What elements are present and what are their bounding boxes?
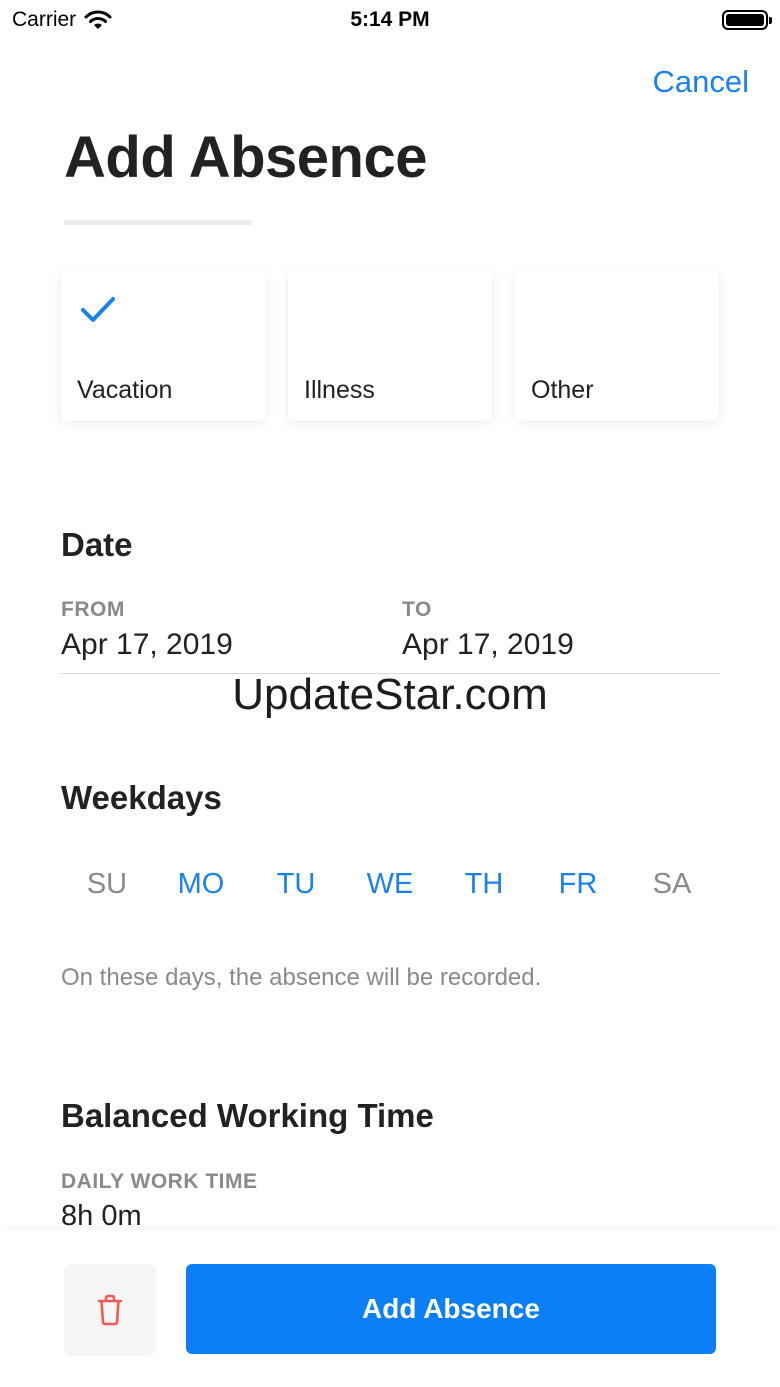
title-underline (64, 220, 252, 225)
daily-work-time-field[interactable]: 8h 0m (61, 1200, 142, 1233)
weekday-monday[interactable]: MO (166, 868, 236, 901)
absence-type-label: Other (531, 376, 594, 404)
weekdays-section-title: Weekdays (61, 779, 222, 816)
checkmark-icon (81, 297, 115, 322)
delete-button[interactable] (64, 1264, 156, 1356)
absence-type-vacation[interactable]: Vacation (61, 271, 265, 421)
daily-work-time-label: DAILY WORK TIME (61, 1170, 258, 1193)
weekday-thursday[interactable]: TH (449, 868, 519, 901)
absence-type-label: Vacation (77, 376, 173, 404)
status-time: 5:14 PM (350, 8, 430, 31)
absence-type-illness[interactable]: Illness (288, 271, 492, 421)
page-title: Add Absence (64, 125, 427, 190)
weekday-tuesday[interactable]: TU (261, 868, 331, 901)
weekday-sunday[interactable]: SU (72, 868, 142, 901)
to-date-field[interactable]: Apr 17, 2019 (402, 628, 574, 662)
absence-type-other[interactable]: Other (515, 271, 719, 421)
add-absence-button[interactable]: Add Absence (186, 1264, 716, 1354)
from-date-field[interactable]: Apr 17, 2019 (61, 628, 233, 662)
cancel-button[interactable]: Cancel (653, 64, 750, 100)
weekday-friday[interactable]: FR (543, 868, 613, 901)
trash-icon (97, 1294, 123, 1326)
from-label: FROM (61, 598, 125, 621)
weekdays-hint: On these days, the absence will be recor… (61, 964, 542, 991)
to-label: TO (402, 598, 432, 621)
absence-type-label: Illness (304, 376, 375, 404)
balanced-time-section-title: Balanced Working Time (61, 1097, 434, 1134)
weekday-wednesday[interactable]: WE (355, 868, 425, 901)
status-bar: Carrier 5:14 PM (0, 0, 780, 40)
watermark: UpdateStar.com (232, 670, 548, 719)
battery-icon (722, 10, 772, 30)
date-section-title: Date (61, 526, 133, 563)
weekday-saturday[interactable]: SA (637, 868, 707, 901)
